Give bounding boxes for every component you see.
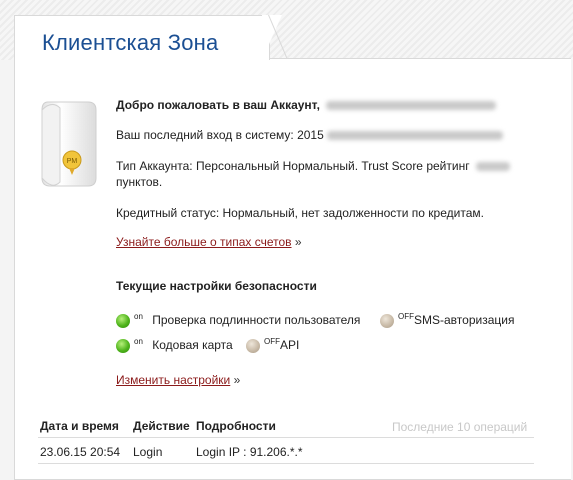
learn-more: Узнайте больше о типах счетов » <box>116 235 302 249</box>
welcome-label: Добро пожаловать в ваш Аккаунт, <box>116 98 320 112</box>
learn-more-link[interactable]: Узнайте больше о типах счетов <box>116 235 292 249</box>
security-item-label: Кодовая карта <box>152 338 233 352</box>
status-on-text: on <box>134 312 143 321</box>
security-item-api: OFFAPI <box>246 337 300 353</box>
status-on-icon <box>116 338 130 353</box>
last-login-redacted <box>327 131 504 141</box>
status-off-text: OFF <box>398 312 414 321</box>
security-item-label: API <box>280 338 300 352</box>
security-item-user-auth: on Проверка подлинности пользователя <box>116 312 361 328</box>
account-type-line2: пунктов. <box>116 175 163 189</box>
recent-operations-label: Последние 10 операций <box>392 420 528 434</box>
credit-status: Кредитный статус: Нормальный, нет задолж… <box>116 206 484 220</box>
trust-score-redacted <box>475 162 510 172</box>
security-heading: Текущие настройки безопасности <box>116 279 317 293</box>
change-settings-link[interactable]: Изменить настройки <box>116 373 230 387</box>
status-off-icon <box>380 313 394 328</box>
column-header-details: Подробности <box>196 419 276 433</box>
column-header-datetime: Дата и время <box>40 419 119 433</box>
last-login-label: Ваш последний вход в систему: 2015 <box>116 128 324 142</box>
account-type-label: Тип Аккаунта: Персональный Нормальный. T… <box>116 159 470 173</box>
security-item-label: Проверка подлинности пользователя <box>152 313 361 327</box>
change-settings-arrow: » <box>233 373 241 387</box>
last-login: Ваш последний вход в систему: 2015 <box>116 128 504 142</box>
learn-more-arrow: » <box>294 235 302 249</box>
change-settings: Изменить настройки » <box>116 373 240 387</box>
status-off-text: OFF <box>264 337 280 346</box>
status-on-text: on <box>134 337 143 346</box>
account-name-redacted <box>326 101 497 111</box>
welcome-text: Добро пожаловать в ваш Аккаунт, <box>116 98 497 112</box>
row-details: Login IP : 91.206.*.* <box>196 445 303 459</box>
security-item-label: SMS-авторизация <box>414 313 515 327</box>
row-datetime: 23.06.15 20:54 <box>40 445 121 459</box>
status-off-icon <box>246 338 260 353</box>
account-type-line1: Тип Аккаунта: Персональный Нормальный. T… <box>116 159 510 173</box>
wallet-icon: PM <box>41 101 97 187</box>
svg-text:PM: PM <box>67 158 78 165</box>
page-title: Клиентская Зона <box>42 30 219 55</box>
status-on-icon <box>116 313 130 328</box>
table-divider <box>38 437 534 438</box>
security-item-code-card: on Кодовая карта <box>116 337 233 353</box>
row-divider <box>38 463 534 464</box>
security-item-sms: OFFSMS-авторизация <box>380 312 515 328</box>
column-header-action: Действие <box>133 419 190 433</box>
row-action: Login <box>133 445 163 459</box>
